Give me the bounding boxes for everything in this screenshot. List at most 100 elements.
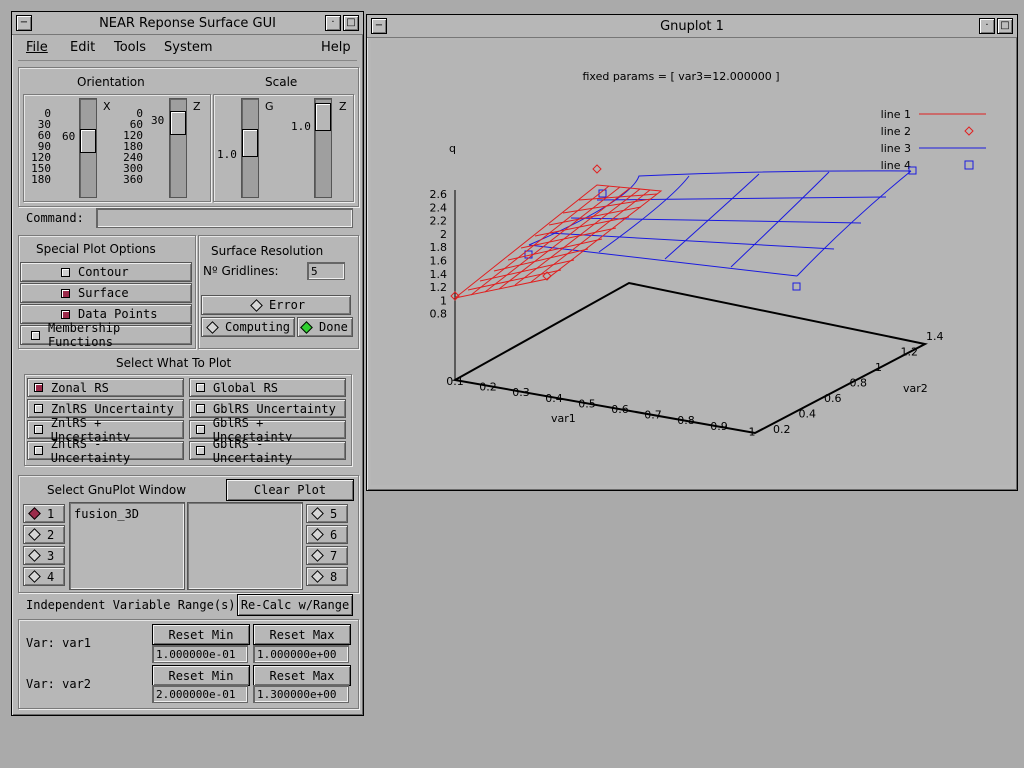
legend-line1-label: line 1	[881, 108, 911, 121]
command-input[interactable]	[96, 208, 353, 228]
window-radio-5[interactable]: 5	[306, 504, 348, 523]
window-radio-1[interactable]: 1	[23, 504, 65, 523]
var1-reset-max-button[interactable]: Reset Max	[253, 624, 351, 645]
menu-edit[interactable]: Edit	[70, 40, 95, 55]
membership-checkbox[interactable]: Membership Functions	[20, 321, 192, 349]
z-scale-thumb[interactable]	[315, 103, 331, 131]
var2-reset-min-button[interactable]: Reset Min	[152, 665, 250, 686]
computing-diamond-icon	[206, 320, 219, 334]
list-item[interactable]: fusion_3D	[74, 507, 139, 521]
radio-diamond-icon	[28, 549, 41, 562]
zonal-rs-box	[34, 383, 43, 392]
x-rotation-slider[interactable]	[79, 98, 97, 198]
zonal-rs-checkbox[interactable]: Zonal RS	[27, 378, 184, 397]
var1-min-input[interactable]: 1.000000e-01	[152, 645, 248, 663]
select-plot-heading: Select What To Plot	[116, 356, 232, 370]
gridlines-label: Nº Gridlines:	[203, 264, 279, 278]
surface-resolution-heading: Surface Resolution	[211, 244, 324, 258]
window-radio-6[interactable]: 6	[306, 525, 348, 544]
gridlines-input[interactable]: 5	[307, 262, 345, 280]
y-tick-label: 0.6	[824, 392, 842, 405]
y-tick-label: 1	[875, 361, 882, 374]
window-radio-3[interactable]: 3	[23, 546, 65, 565]
z-slider-thumb[interactable]	[170, 111, 186, 135]
legend-diamond-icon	[964, 126, 974, 136]
error-label: Error	[269, 298, 306, 312]
contour-label: Contour	[78, 265, 129, 279]
var1-reset-min-button[interactable]: Reset Min	[152, 624, 250, 645]
rs-gui-titlebar[interactable]: − NEAR Reponse Surface GUI · □	[12, 12, 363, 35]
var1-max-input[interactable]: 1.000000e+00	[253, 645, 349, 663]
g-slider-thumb[interactable]	[242, 129, 258, 157]
window-radio-7[interactable]: 7	[306, 546, 348, 565]
error-indicator: Error	[201, 295, 351, 315]
z-scale-slider[interactable]	[314, 98, 332, 198]
window-menu-icon[interactable]: −	[371, 18, 387, 34]
gnuplot-select-heading: Select GnuPlot Window	[47, 483, 187, 497]
gnuplot-window: − Gnuplot 1 · □ fixed params = [ var3=12…	[366, 14, 1018, 491]
global-rs-checkbox[interactable]: Global RS	[189, 378, 346, 397]
legend-line4-label: line 4	[881, 159, 911, 172]
minimize-icon[interactable]: ·	[325, 15, 341, 31]
var2-max-input[interactable]: 1.300000e+00	[253, 685, 349, 703]
surface-checkbox[interactable]: Surface	[20, 283, 192, 303]
gblrs-minus-uncertainty-checkbox[interactable]: GblRS - Uncertainty	[189, 437, 346, 465]
window-radio-4[interactable]: 4	[23, 567, 65, 586]
done-label: Done	[319, 320, 348, 334]
z-rotation-slider[interactable]	[169, 98, 187, 198]
menu-system[interactable]: System	[164, 40, 212, 55]
orientation-scale-panel: Orientation Scale 0 30 60 90 120 150 180…	[18, 67, 359, 207]
contour-check-box	[61, 267, 70, 277]
radio-diamond-icon	[311, 528, 324, 541]
z-tick-labels: 0 60 120 180 240 300 360	[117, 108, 143, 185]
g-scale-slider[interactable]	[241, 98, 259, 198]
orientation-heading: Orientation	[77, 75, 145, 89]
gnuplot-dataset-list-2[interactable]	[187, 502, 303, 590]
plot-title: fixed params = [ var3=12.000000 ]	[582, 70, 779, 83]
scale-heading: Scale	[265, 75, 298, 89]
blue-surface	[524, 166, 917, 291]
window-menu-icon[interactable]: −	[16, 15, 32, 31]
menu-help[interactable]: Help	[321, 40, 351, 55]
window-radio-2[interactable]: 2	[23, 525, 65, 544]
var2-label: Var: var2	[26, 677, 92, 691]
computing-indicator: Computing	[201, 317, 295, 337]
x-slider-thumb[interactable]	[80, 129, 96, 153]
contour-checkbox[interactable]: Contour	[20, 262, 192, 282]
znlrs-uncertainty-box	[34, 404, 43, 413]
z-tick-label: 1.2	[430, 281, 448, 294]
radio-diamond-icon	[311, 570, 324, 583]
gblrs-plus-box	[196, 425, 205, 434]
var2-reset-max-button[interactable]: Reset Max	[253, 665, 351, 686]
y-axis-title: var2	[903, 382, 928, 395]
radio-label: 6	[330, 527, 338, 542]
clear-plot-button[interactable]: Clear Plot	[226, 479, 354, 501]
x-tick-label: 0.2	[479, 381, 497, 394]
z-axis-label: Z	[193, 100, 201, 113]
gnuplot-dataset-list[interactable]: fusion_3D	[69, 502, 185, 590]
radio-label: 4	[47, 569, 55, 584]
menu-tools[interactable]: Tools	[114, 40, 146, 55]
gblrs-uncertainty-box	[196, 404, 205, 413]
recalc-range-button[interactable]: Re-Calc w/Range	[237, 594, 353, 616]
minimize-icon[interactable]: ·	[979, 18, 995, 34]
x-tick-label: 0.8	[677, 414, 695, 427]
maximize-icon[interactable]: □	[997, 18, 1013, 34]
gnuplot-canvas[interactable]: fixed params = [ var3=12.000000 ] line 1…	[371, 40, 1011, 485]
znlrs-minus-uncertainty-checkbox[interactable]: ZnlRS - Uncertainty	[27, 437, 184, 465]
znlrs-plus-box	[34, 425, 43, 434]
legend-line3-label: line 3	[881, 142, 911, 155]
blue-surface-edge	[528, 244, 798, 277]
special-plot-heading: Special Plot Options	[36, 242, 156, 256]
radio-diamond-icon	[311, 549, 324, 562]
data-point-square	[792, 282, 801, 291]
var2-min-input[interactable]: 2.000000e-01	[152, 685, 248, 703]
window-radio-8[interactable]: 8	[306, 567, 348, 586]
blue-grid-line	[570, 217, 862, 224]
z-tick-label: 2	[440, 228, 447, 241]
gnuplot-titlebar[interactable]: − Gnuplot 1 · □	[367, 15, 1017, 38]
maximize-icon[interactable]: □	[343, 15, 359, 31]
z-tick-label: 2.2	[430, 215, 448, 228]
radio-diamond-icon	[311, 507, 324, 520]
menu-file[interactable]: File	[26, 40, 48, 55]
